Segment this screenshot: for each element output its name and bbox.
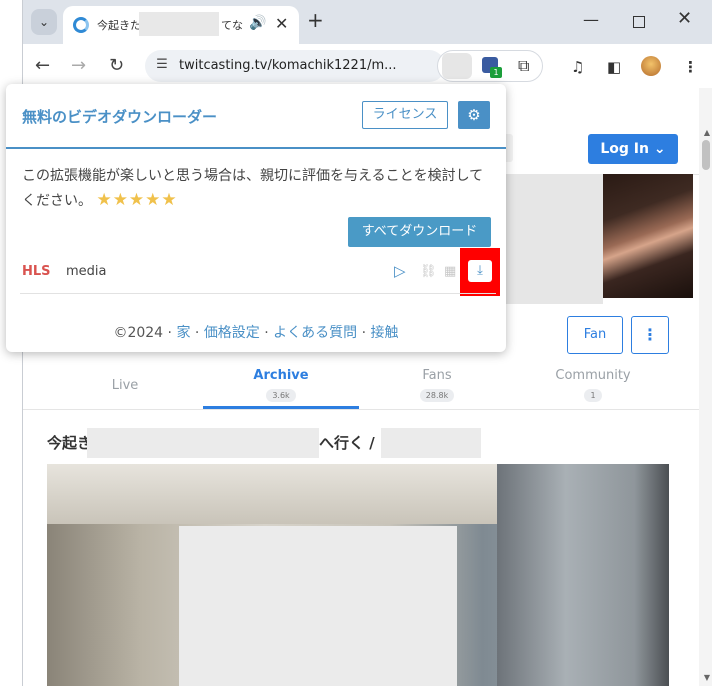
tab-archive-label: Archive bbox=[253, 368, 309, 383]
browser-window: ⌄ 今起きた てな 🔊 ✕ + — ✕ ← → ↻ ☰ twitcasting.… bbox=[6, 0, 712, 686]
tab-live[interactable]: Live bbox=[47, 360, 203, 410]
browser-toolbar: ← → ↻ ☰ twitcasting.tv/komachik1221/m...… bbox=[23, 44, 712, 88]
tab-archive-count: 3.6k bbox=[266, 389, 296, 402]
video-frame-door bbox=[497, 464, 669, 686]
active-tab-indicator bbox=[203, 406, 359, 409]
scroll-thumb[interactable] bbox=[702, 140, 710, 170]
extension-badge: 1 bbox=[490, 67, 502, 78]
profile-cover-photo bbox=[603, 174, 693, 298]
home-link[interactable]: 家 bbox=[176, 325, 190, 341]
tab-archive[interactable]: Archive 3.6k bbox=[203, 360, 359, 410]
forward-arrow-icon[interactable]: → bbox=[71, 55, 86, 76]
rating-message-text: この拡張機能が楽しいと思う場合は、親切に評価を与えることを検討してください。 bbox=[22, 168, 484, 209]
popup-footer: ©2024 · 家 · 価格設定 · よくある質問 · 接触 bbox=[113, 325, 399, 341]
address-url[interactable]: twitcasting.tv/komachik1221/m... bbox=[179, 58, 397, 73]
link-icon[interactable]: ⛓ bbox=[420, 264, 437, 279]
tab-search-chevron-icon[interactable]: ⌄ bbox=[31, 9, 57, 35]
media-control-icon[interactable]: ♫ bbox=[571, 58, 584, 76]
speaker-icon[interactable]: 🔊 bbox=[249, 15, 266, 31]
popup-title: 無料のビデオダウンローダー bbox=[22, 108, 218, 126]
page-scrollbar[interactable]: ▲ ▼ bbox=[699, 88, 712, 686]
side-panel-icon[interactable]: ◧ bbox=[607, 58, 621, 76]
browser-tab[interactable]: 今起きた てな 🔊 ✕ bbox=[63, 6, 299, 44]
reload-icon[interactable]: ↻ bbox=[109, 55, 124, 76]
address-bar[interactable]: ☰ twitcasting.tv/komachik1221/m... ☆ bbox=[145, 50, 528, 82]
popup-header-divider bbox=[6, 147, 506, 149]
maximize-icon[interactable] bbox=[633, 16, 645, 28]
tab-community-label: Community bbox=[555, 368, 631, 383]
site-info-icon[interactable]: ☰ bbox=[153, 57, 171, 75]
tab-strip: ⌄ 今起きた てな 🔊 ✕ + — ✕ bbox=[23, 0, 712, 44]
extensions-area: 1 ⧉ bbox=[437, 50, 543, 82]
license-button[interactable]: ライセンス bbox=[362, 101, 448, 129]
popup-item-divider bbox=[20, 293, 496, 294]
tab-title-end: てな bbox=[221, 19, 243, 32]
video-player[interactable] bbox=[47, 464, 669, 686]
contact-link[interactable]: 接触 bbox=[371, 325, 399, 341]
window-close-icon[interactable]: ✕ bbox=[677, 8, 692, 29]
tab-fans-count: 28.8k bbox=[419, 389, 455, 402]
back-arrow-icon[interactable]: ← bbox=[35, 55, 50, 76]
tab-live-label: Live bbox=[111, 378, 139, 393]
media-format-label: HLS bbox=[22, 264, 51, 279]
movie-title-mid: へ行く / bbox=[319, 434, 375, 452]
more-options-icon[interactable]: ⋮ bbox=[631, 316, 669, 354]
profile-tabs: Live Archive 3.6k Fans 28.8k Community 1 bbox=[23, 360, 699, 410]
fan-button[interactable]: Fan bbox=[567, 316, 623, 354]
download-all-button[interactable]: すべてダウンロード bbox=[348, 217, 491, 247]
movie-title-redaction-2 bbox=[381, 428, 481, 458]
movie-title-start: 今起き bbox=[47, 434, 93, 452]
tab-close-icon[interactable]: ✕ bbox=[275, 14, 288, 33]
video-downloader-popup: 無料のビデオダウンローダー ライセンス ⚙ この拡張機能が楽しいと思う場合は、親… bbox=[6, 84, 506, 352]
twitcasting-favicon-icon bbox=[73, 17, 89, 33]
tab-fans-label: Fans bbox=[422, 368, 452, 383]
copyright: ©2024 bbox=[113, 325, 164, 341]
kebab-menu-icon[interactable]: ⋮ bbox=[683, 58, 698, 76]
extension-placeholder-icon[interactable] bbox=[442, 53, 472, 79]
media-name: media bbox=[66, 264, 107, 279]
rating-message: この拡張機能が楽しいと思う場合は、親切に評価を与えることを検討してください。 ★… bbox=[22, 164, 492, 213]
rating-stars[interactable]: ★★★★★ bbox=[96, 190, 177, 210]
tab-title-redaction bbox=[139, 12, 219, 36]
faq-link[interactable]: よくある質問 bbox=[273, 325, 357, 341]
tab-title-start: 今起きた bbox=[97, 19, 141, 32]
grid-icon[interactable]: ▦ bbox=[444, 264, 456, 279]
login-label: Log In bbox=[600, 141, 649, 157]
profile-avatar[interactable] bbox=[641, 56, 661, 76]
gear-icon[interactable]: ⚙ bbox=[458, 101, 490, 129]
minimize-icon[interactable]: — bbox=[583, 10, 599, 29]
pricing-link[interactable]: 価格設定 bbox=[204, 325, 260, 341]
tab-community[interactable]: Community 1 bbox=[515, 360, 671, 410]
puzzle-icon[interactable]: ⧉ bbox=[518, 56, 529, 76]
tab-fans[interactable]: Fans 28.8k bbox=[359, 360, 515, 410]
video-redaction bbox=[179, 526, 457, 686]
redacted-thumbnail bbox=[503, 174, 603, 304]
new-tab-icon[interactable]: + bbox=[307, 8, 324, 32]
tab-community-count: 1 bbox=[584, 389, 602, 402]
chevron-down-icon: ⌄ bbox=[653, 141, 666, 157]
play-icon[interactable]: ▷ bbox=[394, 262, 406, 280]
scroll-up-icon[interactable]: ▲ bbox=[704, 128, 710, 137]
login-button[interactable]: Log In ⌄ bbox=[588, 134, 678, 164]
download-cloud-icon[interactable]: ⤓ bbox=[468, 260, 492, 282]
movie-title-redaction bbox=[87, 428, 319, 458]
scroll-down-icon[interactable]: ▼ bbox=[704, 673, 710, 682]
